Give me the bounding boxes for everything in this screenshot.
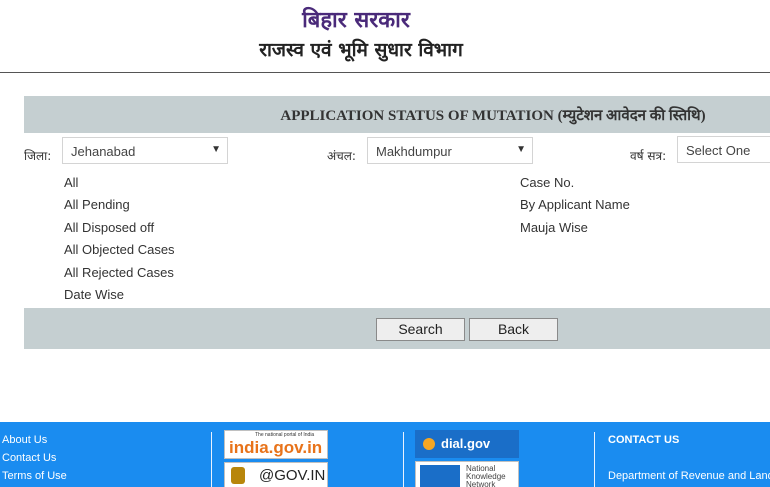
circle-select-value: Makhdumpur [376, 144, 452, 159]
govt-title: बिहार सरकार [302, 7, 410, 33]
status-option-pending[interactable]: All Pending [64, 197, 130, 212]
india-gov-wordmark: india.gov.in [229, 438, 323, 457]
footer-divider [211, 432, 212, 487]
chevron-down-icon: ▼ [516, 144, 526, 155]
search-option-mauja-wise[interactable]: Mauja Wise [520, 220, 588, 235]
dial-icon [423, 438, 435, 450]
department-title: राजस्व एवं भूमि सुधार विभाग [259, 39, 463, 61]
action-bar: Search Back [24, 308, 770, 349]
status-option-disposed[interactable]: All Disposed off [64, 220, 154, 235]
form-title-bar: APPLICATION STATUS OF MUTATION (म्युटेशन… [24, 96, 770, 133]
chevron-down-icon: ▼ [211, 144, 221, 155]
nkn-mark-icon [420, 465, 460, 487]
dial-gov-wordmark: dial.gov [441, 436, 491, 451]
status-option-rejected[interactable]: All Rejected Cases [64, 265, 174, 280]
contact-department: Department of Revenue and Land [608, 470, 770, 482]
circle-select[interactable]: Makhdumpur ▼ [367, 137, 533, 164]
district-select[interactable]: Jehanabad ▼ [62, 137, 228, 164]
status-option-date-wise[interactable]: Date Wise [64, 287, 124, 302]
gov-in-wordmark: @GOV.IN [259, 467, 326, 484]
status-option-objected[interactable]: All Objected Cases [64, 242, 175, 257]
search-button[interactable]: Search [376, 318, 465, 341]
footer-divider [403, 432, 404, 487]
form-title: APPLICATION STATUS OF MUTATION (म्युटेशन… [280, 108, 706, 124]
india-gov-logo[interactable]: The national portal of India india.gov.i… [224, 430, 328, 459]
footer-link-terms[interactable]: Terms of Use [2, 470, 67, 482]
gov-in-logo[interactable]: @GOV.IN [224, 462, 328, 487]
nkn-logo[interactable]: National Knowledge Network [415, 461, 519, 487]
district-select-value: Jehanabad [71, 144, 136, 159]
status-option-all[interactable]: All [64, 175, 78, 190]
back-button[interactable]: Back [469, 318, 558, 341]
year-select[interactable]: Select One [677, 136, 770, 163]
dial-gov-logo[interactable]: dial.gov [415, 430, 519, 458]
search-option-applicant-name[interactable]: By Applicant Name [520, 197, 630, 212]
emblem-icon [231, 467, 245, 484]
footer-link-about[interactable]: About Us [2, 434, 47, 446]
nkn-wordmark: National Knowledge Network [466, 464, 506, 487]
year-select-value: Select One [686, 143, 751, 158]
contact-title: CONTACT US [608, 434, 680, 446]
site-header: बिहार सरकार राजस्व एवं भूमि सुधार विभाग [0, 0, 770, 73]
site-footer: About Us Contact Us Terms of Use The nat… [0, 422, 770, 487]
district-label: जिला: [24, 149, 52, 163]
footer-divider [594, 432, 595, 487]
year-label-text: वर्ष सत्र: [630, 149, 667, 163]
circle-label: अंचल: [327, 149, 356, 163]
footer-link-contact[interactable]: Contact Us [2, 452, 56, 464]
search-option-case-no[interactable]: Case No. [520, 175, 574, 190]
